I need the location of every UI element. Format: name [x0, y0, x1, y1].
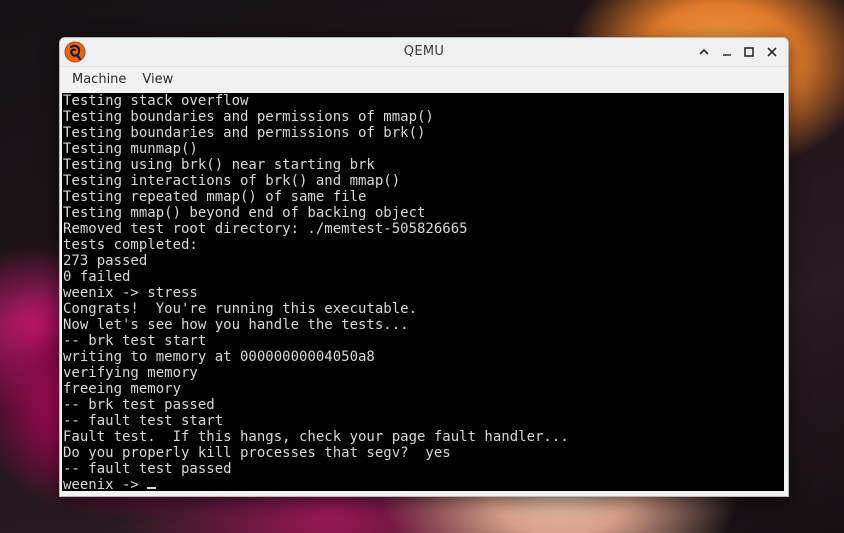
console-line: Testing interactions of brk() and mmap()	[63, 173, 401, 189]
console-line: Testing boundaries and permissions of br…	[63, 125, 426, 141]
console-line: 0 failed	[63, 269, 131, 285]
console-line: tests completed:	[63, 237, 198, 253]
close-icon[interactable]	[763, 43, 781, 61]
menu-view[interactable]: View	[134, 69, 181, 90]
console-line: Testing munmap()	[63, 141, 198, 157]
console-line: -- brk test passed	[63, 397, 215, 413]
shade-icon[interactable]	[695, 43, 713, 61]
window-title: QEMU	[403, 44, 445, 59]
console-line: writing to memory at 00000000004050a8	[63, 349, 375, 365]
qemu-window: QEMU Machine View Testing stack overflow…	[59, 37, 789, 497]
console-line: Testing mmap() beyond end of backing obj…	[63, 205, 426, 221]
console-line: Do you properly kill processes that segv…	[63, 445, 451, 461]
console-line: Testing using brk() near starting brk	[63, 157, 375, 173]
console-line: Testing boundaries and permissions of mm…	[63, 109, 434, 125]
vm-display[interactable]: Testing stack overflow Testing boundaries…	[62, 93, 784, 491]
console-line: Removed test root directory: ./memtest-5…	[63, 221, 468, 237]
text-cursor	[147, 487, 157, 489]
console-prompt-line[interactable]: weenix ->	[63, 477, 784, 491]
console-output: Testing stack overflow Testing boundaries…	[62, 93, 784, 491]
minimize-icon[interactable]	[718, 43, 736, 61]
maximize-icon[interactable]	[740, 43, 758, 61]
window-titlebar[interactable]: QEMU	[60, 38, 788, 67]
console-line: 273 passed	[63, 253, 148, 269]
console-line: freeing memory	[63, 381, 182, 397]
console-prompt: weenix ->	[63, 477, 148, 491]
console-line: -- fault test passed	[63, 461, 232, 477]
console-line: -- brk test start	[63, 333, 207, 349]
console-line: Congrats! You're running this executable…	[63, 301, 418, 317]
console-line: Testing stack overflow	[63, 93, 249, 109]
console-line: verifying memory	[63, 365, 198, 381]
menu-bar: Machine View	[60, 67, 788, 92]
console-line: Fault test. If this hangs, check your pa…	[63, 429, 569, 445]
console-line: -- fault test start	[63, 413, 224, 429]
menu-machine[interactable]: Machine	[64, 69, 134, 90]
console-line: Now let's see how you handle the tests..…	[63, 317, 409, 333]
console-line: Testing repeated mmap() of same file	[63, 189, 367, 205]
console-line: weenix -> stress	[63, 285, 198, 301]
